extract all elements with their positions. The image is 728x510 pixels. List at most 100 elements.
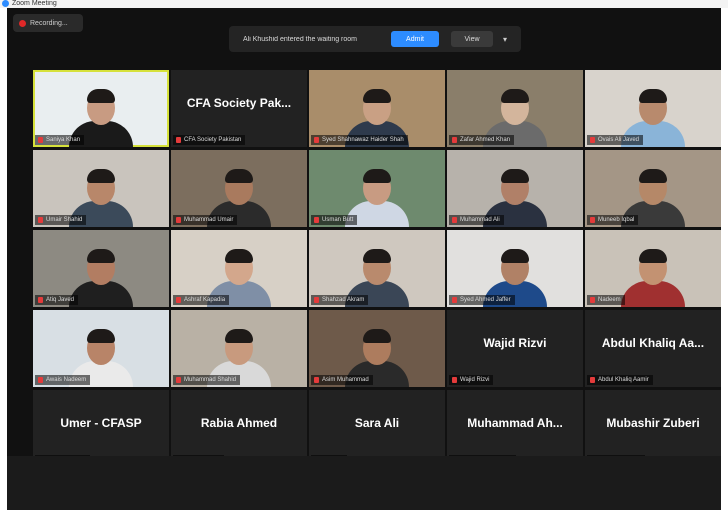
participant-name-label: Atiq Javed — [35, 295, 79, 305]
participant-name-label: Shahzad Akram — [311, 295, 369, 305]
participant-tile[interactable]: Muhammad Umair — [171, 150, 307, 227]
participant-tile[interactable]: Abdul Khaliq Aa... Abdul Khaliq Aamir — [585, 310, 721, 387]
participant-name: Ovais Ali Javed — [598, 137, 640, 143]
participant-name: Muneeb Iqbal — [598, 217, 635, 223]
meeting-controls-area — [7, 456, 721, 510]
participant-name-label: Muhammad Ali — [449, 215, 504, 225]
participant-name: Abdul Khaliq Aamir — [598, 377, 649, 383]
view-button[interactable]: View — [451, 31, 493, 47]
participant-tile[interactable]: Usman Butt — [309, 150, 445, 227]
participant-tile[interactable]: Saniya Khan — [33, 70, 169, 147]
muted-mic-icon — [176, 217, 181, 223]
participant-tile[interactable]: Asim Muhammad — [309, 310, 445, 387]
participant-display-name: Mubashir Zuberi — [606, 416, 700, 430]
participant-name: Usman Butt — [322, 217, 354, 223]
participant-name-label: Ashraf Kapadia — [173, 295, 230, 305]
participant-tile[interactable]: Muneeb Iqbal — [585, 150, 721, 227]
participant-name: Muhammad Shahid — [184, 377, 237, 383]
waiting-room-notification: Ali Khushid entered the waiting room Adm… — [229, 26, 521, 52]
recording-indicator[interactable]: Recording... — [13, 14, 83, 32]
participant-name-label: Muhammad Umair — [173, 215, 238, 225]
muted-mic-icon — [38, 377, 43, 383]
participant-video — [613, 237, 693, 307]
participant-name: Atiq Javed — [46, 297, 75, 303]
participant-name-label: Muhammad Shahid — [173, 375, 241, 385]
record-dot-icon — [19, 19, 26, 27]
participant-name: Zafar Ahmed Khan — [460, 137, 511, 143]
muted-mic-icon — [452, 377, 457, 383]
gallery-grid: Saniya Khan CFA Society Pak... CFA Society… — [33, 70, 721, 467]
title-bar: Zoom Meeting — [0, 0, 728, 8]
chevron-down-icon[interactable]: ▾ — [503, 35, 507, 44]
participant-name: Saniya Khan — [46, 137, 81, 143]
participant-tile[interactable]: Atiq Javed — [33, 230, 169, 307]
muted-mic-icon — [590, 137, 595, 143]
waiting-room-message: Ali Khushid entered the waiting room — [243, 35, 358, 43]
muted-mic-icon — [452, 217, 457, 223]
muted-mic-icon — [38, 217, 43, 223]
muted-mic-icon — [176, 137, 181, 143]
zoom-logo-icon — [2, 0, 9, 7]
participant-display-name: Wajid Rizvi — [483, 336, 547, 350]
meeting-window: Recording... Ali Khushid entered the wai… — [7, 8, 721, 510]
participant-tile[interactable]: Awais Nadeem — [33, 310, 169, 387]
participant-name: Muhammad Ali — [460, 217, 500, 223]
muted-mic-icon — [38, 297, 43, 303]
participant-tile[interactable]: Ovais Ali Javed — [585, 70, 721, 147]
participant-tile[interactable]: Muhammad Ali — [447, 150, 583, 227]
muted-mic-icon — [176, 297, 181, 303]
admit-button[interactable]: Admit — [391, 31, 439, 47]
participant-name-label: Ovais Ali Javed — [587, 135, 644, 145]
participant-name-label: Muneeb Iqbal — [587, 215, 639, 225]
participant-name: Syed Ahmed Jaffer — [460, 297, 511, 303]
muted-mic-icon — [590, 217, 595, 223]
participant-name: Shahzad Akram — [322, 297, 365, 303]
participant-display-name: CFA Society Pak... — [186, 96, 292, 110]
participant-tile[interactable]: CFA Society Pak... CFA Society Pakistan — [171, 70, 307, 147]
participant-tile[interactable]: Shahzad Akram — [309, 230, 445, 307]
participant-name-label: Usman Butt — [311, 215, 358, 225]
participant-display-name: Muhammad Ah... — [467, 416, 563, 430]
participant-tile[interactable]: Nadeem — [585, 230, 721, 307]
participant-tile[interactable]: Syed Ahmed Jaffer — [447, 230, 583, 307]
participant-name: Awais Nadeem — [46, 377, 87, 383]
participant-name: Wajid Rizvi — [460, 377, 490, 383]
participant-display-name: Sara Ali — [354, 416, 400, 430]
participant-name-label: Saniya Khan — [35, 135, 85, 145]
participant-tile[interactable]: Syed Shahnawaz Haider Shah — [309, 70, 445, 147]
participant-tile[interactable]: Wajid Rizvi Wajid Rizvi — [447, 310, 583, 387]
participant-name: Nadeem — [598, 297, 621, 303]
muted-mic-icon — [314, 377, 319, 383]
participant-name-label: CFA Society Pakistan — [173, 135, 246, 145]
participant-display-name: Rabia Ahmed — [200, 416, 278, 430]
participant-name-label: Awais Nadeem — [35, 375, 91, 385]
participant-name: Ashraf Kapadia — [184, 297, 226, 303]
muted-mic-icon — [314, 137, 319, 143]
muted-mic-icon — [590, 377, 595, 383]
participant-name-label: Nadeem — [587, 295, 625, 305]
participant-name-label: Zafar Ahmed Khan — [449, 135, 515, 145]
muted-mic-icon — [452, 137, 457, 143]
participant-tile[interactable]: Ashraf Kapadia — [171, 230, 307, 307]
muted-mic-icon — [314, 297, 319, 303]
participant-display-name: Abdul Khaliq Aa... — [601, 336, 705, 350]
recording-label: Recording... — [30, 19, 68, 27]
participant-name-label: Wajid Rizvi — [449, 375, 494, 385]
participant-name: CFA Society Pakistan — [184, 137, 242, 143]
participant-display-name: Umer - CFASP — [60, 416, 142, 430]
participant-name-label: Syed Ahmed Jaffer — [449, 295, 515, 305]
participant-tile[interactable]: Muhammad Shahid — [171, 310, 307, 387]
participant-name: Muhammad Umair — [184, 217, 234, 223]
window-title: Zoom Meeting — [12, 0, 57, 7]
muted-mic-icon — [590, 297, 595, 303]
participant-name: Asim Muhammad — [322, 377, 369, 383]
participant-tile[interactable]: Zafar Ahmed Khan — [447, 70, 583, 147]
participant-tile[interactable]: Umair Shahid — [33, 150, 169, 227]
participant-name-label: Umair Shahid — [35, 215, 87, 225]
participant-name-label: Asim Muhammad — [311, 375, 373, 385]
muted-mic-icon — [314, 217, 319, 223]
participant-name: Umair Shahid — [46, 217, 83, 223]
muted-mic-icon — [452, 297, 457, 303]
participant-name-label: Syed Shahnawaz Haider Shah — [311, 135, 408, 145]
participant-name: Syed Shahnawaz Haider Shah — [322, 137, 404, 143]
